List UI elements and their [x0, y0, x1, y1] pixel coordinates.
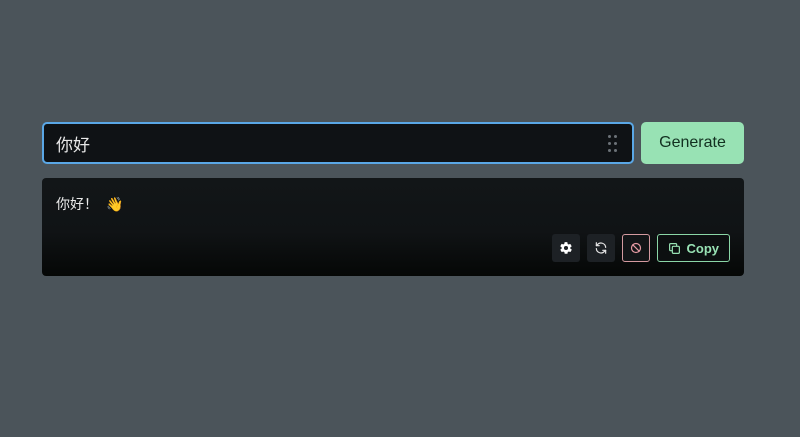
stop-icon — [630, 242, 642, 254]
copy-label: Copy — [686, 240, 720, 256]
prompt-input[interactable] — [44, 124, 632, 162]
output-panel: 你好！ 👋 Copy — [42, 178, 744, 276]
output-text-container: 你好！ 👋 — [56, 194, 123, 214]
output-text: 你好！ — [56, 197, 98, 213]
gear-icon — [559, 241, 573, 255]
stop-button[interactable] — [621, 234, 650, 262]
copy-button[interactable]: Copy — [656, 234, 730, 262]
prompt-field[interactable] — [42, 122, 634, 164]
settings-button[interactable] — [551, 234, 580, 262]
output-actions: Copy — [551, 234, 730, 262]
drag-handle-icon[interactable] — [608, 135, 618, 153]
prompt-row: Generate — [42, 122, 744, 164]
generate-button[interactable]: Generate — [641, 122, 744, 164]
refresh-icon — [594, 241, 608, 255]
waving-hand-icon: 👋 — [106, 197, 124, 213]
regenerate-button[interactable] — [586, 234, 615, 262]
copy-icon — [668, 242, 681, 255]
